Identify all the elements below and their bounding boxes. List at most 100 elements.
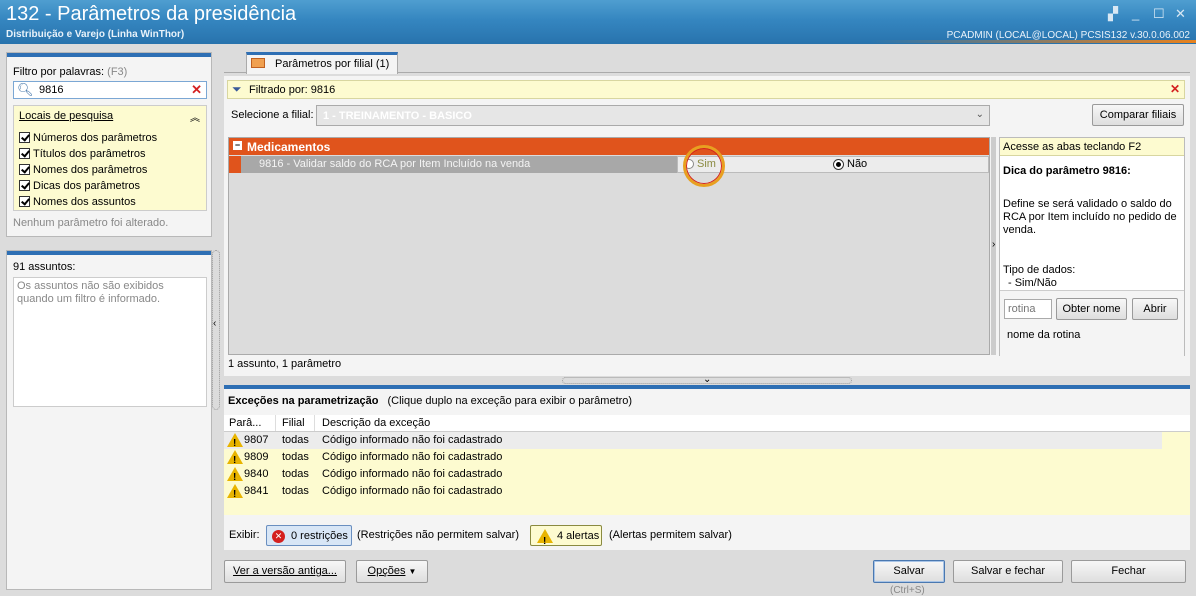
option-no-label: Não	[847, 158, 868, 170]
splitter-down-icon[interactable]: ⌄	[703, 374, 711, 385]
table-row[interactable]: 9840 todas Código informado não foi cada…	[224, 466, 1162, 486]
save-shortcut: (Ctrl+S)	[890, 585, 925, 596]
filter-input-value: 9816	[39, 84, 64, 96]
filter-shortcut: (F3)	[107, 66, 128, 78]
col-param[interactable]: Parâ...	[229, 417, 261, 429]
tip-text: Define se será validado o saldo do RCA p…	[1003, 198, 1177, 236]
exceptions-subtitle: (Clique duplo na exceção para exibir o p…	[387, 395, 633, 407]
tip-hint: Acesse as abas teclando F2	[1000, 138, 1184, 156]
routine-name: nome da rotina	[1007, 329, 1081, 341]
chevron-down-icon[interactable]: ⌄	[976, 109, 984, 120]
filter-label: Filtro por palavras:	[13, 66, 105, 78]
tab-params-by-branch[interactable]: Parâmetros por filial (1)	[246, 52, 398, 74]
locations-title: Locais de pesquisa	[19, 110, 114, 122]
collapse-icon[interactable]: ︽	[190, 109, 200, 124]
window-subtitle: Distribuição e Varejo (Linha WinThor)	[6, 29, 185, 40]
location-option[interactable]: Nomes dos assuntos	[19, 194, 157, 210]
show-label: Exibir:	[229, 529, 260, 541]
compare-branches-button[interactable]: Comparar filiais	[1092, 104, 1184, 126]
tip-title: Dica do parâmetro 9816:	[1003, 165, 1131, 177]
filter-panel: Filtro por palavras: (F3) 🔍︎ 9816 ✕ Loca…	[6, 52, 212, 237]
close-window-icon[interactable]: ✕	[1175, 6, 1186, 22]
tab-count: (1)	[375, 58, 390, 70]
title-accent	[870, 40, 1196, 43]
subjects-panel: 91 assuntos: Os assuntos não são exibido…	[6, 250, 212, 590]
subjects-note: Os assuntos não são exibidos quando um f…	[17, 280, 164, 305]
checkbox-icon[interactable]	[19, 180, 30, 191]
expand-arrow-icon[interactable]: ›	[992, 239, 995, 250]
checkbox-icon[interactable]	[19, 132, 30, 143]
checkbox-icon[interactable]	[19, 196, 30, 207]
radio-no[interactable]	[833, 159, 844, 170]
restore-icon[interactable]: ▞	[1108, 6, 1118, 22]
folder-icon	[251, 58, 265, 68]
branch-value: 1 - TREINAMENTO - BASICO	[323, 110, 472, 122]
old-version-button[interactable]: Ver a versão antiga...	[224, 560, 346, 583]
checkbox-icon[interactable]	[19, 148, 30, 159]
clear-filter-icon[interactable]: ✕	[191, 82, 202, 98]
warning-icon	[227, 484, 243, 503]
search-icon: 🔍︎	[17, 82, 34, 97]
table-row[interactable]: 9807 todas Código informado não foi cada…	[224, 432, 1162, 452]
warning-icon	[537, 528, 553, 552]
col-branch[interactable]: Filial	[282, 417, 305, 429]
filter-bar-text: Filtrado por: 9816	[249, 84, 336, 96]
alerts-label: 4 alertas	[557, 530, 600, 542]
group-row[interactable]: − Medicamentos	[229, 138, 989, 155]
location-option[interactable]: Nomes dos parâmetros	[19, 162, 157, 178]
window-title: 132 - Parâmetros da presidência	[6, 3, 297, 25]
options-button[interactable]: Opções ▼	[356, 560, 428, 583]
restrictions-note: (Restrições não permitem salvar)	[357, 529, 519, 541]
window-titlebar: 132 - Parâmetros da presidência Distribu…	[0, 0, 1196, 44]
param-row[interactable]: 9816 - Validar saldo do RCA por Item Inc…	[241, 156, 677, 173]
branch-select[interactable]: 1 - TREINAMENTO - BASICO ⌄	[316, 105, 990, 126]
remove-filter-icon[interactable]: ✕	[1170, 82, 1180, 96]
click-highlight	[683, 145, 725, 187]
error-icon: ✕	[272, 530, 285, 543]
table-row[interactable]: 9841 todas Código informado não foi cada…	[224, 483, 1162, 503]
location-option[interactable]: Títulos dos parâmetros	[19, 146, 157, 162]
data-type-value: - Sim/Não	[1008, 277, 1057, 289]
locations-box: Locais de pesquisa ︽ Números dos parâmet…	[13, 105, 207, 211]
filter-bar: ⏷ Filtrado por: 9816 ✕	[227, 80, 1185, 99]
subjects-list: Os assuntos não são exibidos quando um f…	[13, 277, 207, 407]
exceptions-list: 9807 todas Código informado não foi cada…	[224, 432, 1190, 515]
restrictions-label: 0 restrições	[291, 530, 348, 542]
param-title: 9816 - Validar saldo do RCA por Item Inc…	[259, 158, 531, 170]
get-name-button[interactable]: Obter nome	[1056, 298, 1127, 320]
routine-input[interactable]	[1004, 299, 1052, 319]
tab-label: Parâmetros por filial	[275, 58, 373, 70]
alerts-note: (Alertas permitem salvar)	[609, 529, 732, 541]
filter-input[interactable]: 🔍︎ 9816 ✕	[13, 81, 207, 99]
group-title: Medicamentos	[247, 140, 331, 154]
vertical-splitter[interactable]	[212, 250, 220, 410]
save-close-button[interactable]: Salvar e fechar	[953, 560, 1063, 583]
open-button[interactable]: Abrir	[1132, 298, 1178, 320]
grid-status: 1 assunto, 1 parâmetro	[228, 358, 342, 370]
alerts-button[interactable]: 4 alertas	[530, 525, 602, 552]
checkbox-icon[interactable]	[19, 164, 30, 175]
funnel-icon: ⏷	[232, 82, 242, 96]
changed-status: Nenhum parâmetro foi alterado.	[13, 217, 169, 229]
maximize-icon[interactable]: ☐	[1153, 6, 1165, 22]
tip-panel: Acesse as abas teclando F2 Dica do parâm…	[999, 137, 1185, 356]
main-area: ⏷ Filtrado por: 9816 ✕ Selecione a filia…	[224, 76, 1190, 376]
splitter-arrow-icon[interactable]: ‹	[213, 318, 216, 329]
table-row[interactable]: 9809 todas Código informado não foi cada…	[224, 449, 1162, 469]
restrictions-button[interactable]: ✕ 0 restrições	[266, 525, 352, 546]
subjects-count: 91 assuntos:	[13, 261, 76, 273]
dropdown-arrow-icon: ▼	[408, 567, 417, 576]
data-type-label: Tipo de dados:	[1003, 264, 1076, 276]
save-button[interactable]: Salvar	[873, 560, 945, 583]
collapse-group-icon[interactable]: −	[233, 141, 242, 150]
minimize-icon[interactable]: _	[1132, 6, 1139, 21]
exceptions-panel: Exceções na parametrização (Clique duplo…	[224, 385, 1190, 552]
location-option[interactable]: Números dos parâmetros	[19, 130, 157, 146]
exceptions-header: Parâ... Filial Descrição da exceção	[224, 415, 1190, 432]
branch-label: Selecione a filial:	[231, 109, 314, 121]
col-description[interactable]: Descrição da exceção	[322, 417, 430, 429]
close-button[interactable]: Fechar	[1071, 560, 1186, 583]
exceptions-title: Exceções na parametrização	[228, 395, 379, 407]
params-grid: − Medicamentos 9816 - Validar saldo do R…	[228, 137, 990, 355]
location-option[interactable]: Dicas dos parâmetros	[19, 178, 157, 194]
